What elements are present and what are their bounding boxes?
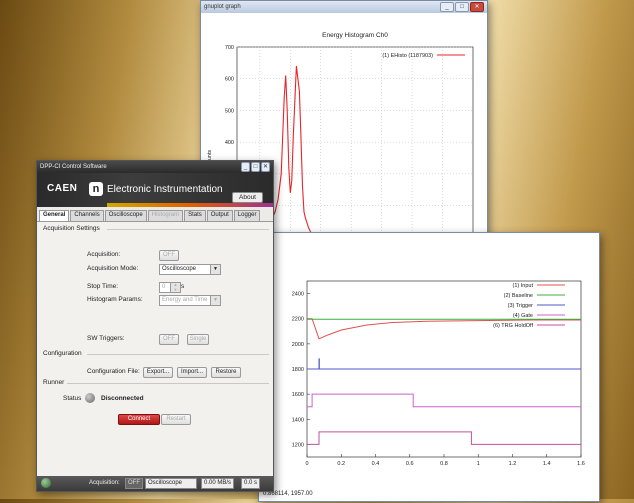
acquisition-mode-value: Oscilloscope [162, 266, 197, 272]
close-icon[interactable]: ✕ [261, 162, 270, 172]
x-tick-label: 0.8 [440, 461, 448, 467]
histogram-window-title: gnuplot graph [204, 4, 241, 10]
x-tick-label: 0.6 [406, 461, 414, 467]
chevron-down-icon: ▼ [210, 296, 220, 305]
y-tick-label: 1800 [292, 367, 304, 373]
acquisition-mode-label: Acquisition Mode: [87, 265, 139, 272]
runner-heading: Runner [43, 379, 65, 386]
y-tick-label: 1200 [292, 442, 304, 448]
statusbar-elapsed-time: 0.0 s [241, 478, 261, 489]
restore-button[interactable]: Restore [211, 367, 241, 378]
sw-triggers-label: SW Triggers: [87, 335, 125, 342]
sw-trigger-single-button[interactable]: Single [187, 334, 209, 345]
histogram-params-select[interactable]: Energy and Time ▼ [159, 295, 221, 306]
y-tick-label: 700 [225, 45, 234, 51]
acquisition-toggle[interactable]: OFF [159, 250, 179, 261]
x-tick-label: 1.6 [577, 461, 585, 467]
stop-time-label: Stop Time: [87, 283, 119, 290]
banner-subtitle: Electronic Instrumentation [107, 184, 223, 195]
histogram-params-label: Histogram Params: [87, 296, 143, 303]
chart-title: Energy Histogram Ch0 [322, 32, 388, 39]
legend-label: (6) TRG HoldOff [493, 323, 533, 329]
y-tick-label: 1400 [292, 417, 304, 423]
spinner-arrows-icon: ▲ ▼ [170, 282, 180, 292]
divider [107, 229, 269, 230]
control-software-window: DPP-CI Control Software _ □ ✕ CAEN n Ele… [36, 160, 274, 492]
import-button[interactable]: Import... [177, 367, 207, 378]
legend-label: (1) Input [513, 283, 534, 289]
status-indicator-icon [85, 393, 95, 403]
divider [87, 354, 269, 355]
tab-logger[interactable]: Logger [233, 210, 261, 221]
tab-output[interactable]: Output [206, 210, 233, 221]
maximize-icon[interactable]: □ [251, 162, 260, 172]
x-tick-label: 1 [477, 461, 480, 467]
configuration-file-label: Configuration File: [87, 368, 140, 375]
statusbar-mode: Oscilloscope [145, 478, 197, 489]
sw-trigger-off-button[interactable]: OFF [159, 334, 179, 345]
histogram-titlebar[interactable]: gnuplot graph _ □ ✕ [201, 1, 487, 13]
minimize-icon[interactable]: _ [241, 162, 250, 172]
banner-stripe [107, 203, 273, 207]
acquisition-settings-heading: Acquisition Settings [43, 225, 100, 232]
oscilloscope-window: 0 0.2 0.4 0.6 0.8 1 1.2 1.4 1.6 1200 1400 1600 1800 2… [258, 232, 600, 502]
tab-channels[interactable]: Channels [70, 210, 104, 221]
x-tick-label: 0 [305, 461, 308, 467]
x-tick-label: 0.4 [372, 461, 380, 467]
minimize-icon[interactable]: _ [440, 2, 454, 12]
legend-label: (3) Trigger [508, 303, 534, 309]
y-tick-label: 600 [225, 77, 234, 83]
acquisition-mode-select[interactable]: Oscilloscope ▼ [159, 264, 221, 275]
acquisition-label: Acquisition: [87, 251, 121, 258]
status-bar: Acquisition: OFF Oscilloscope 0.00 MB/s … [37, 476, 273, 491]
control-window-title: DPP-CI Control Software [40, 164, 107, 170]
statusbar-acquisition-state: OFF [125, 478, 143, 489]
caen-n-icon: n [89, 182, 103, 196]
divider [67, 383, 269, 384]
y-tick-label: 400 [225, 140, 234, 146]
stop-time-unit: s [181, 283, 185, 290]
x-tick-label: 1.2 [509, 461, 517, 467]
y-tick-label: 500 [225, 108, 234, 114]
y-tick-label: 2000 [292, 342, 304, 348]
tab-histogram[interactable]: Histogram [147, 210, 184, 221]
connect-button[interactable]: Connect [118, 414, 160, 425]
statusbar-data-rate: 0.00 MB/s [201, 478, 235, 489]
status-value: Disconnected [101, 395, 144, 402]
x-tick-label: 1.4 [543, 461, 551, 467]
restart-button[interactable]: Restart [161, 414, 191, 425]
close-icon[interactable]: ✕ [470, 2, 484, 12]
stop-time-value: 0 [162, 284, 166, 290]
y-tick-label: 1600 [292, 392, 304, 398]
x-tick-label: 0.2 [337, 461, 345, 467]
caen-logo: CAEN [47, 183, 78, 194]
control-titlebar[interactable]: DPP-CI Control Software _ □ ✕ [37, 161, 273, 173]
check-icon [41, 478, 51, 488]
stop-time-spinner[interactable]: 0 ▲ ▼ [159, 282, 181, 293]
general-pane: Acquisition Settings Acquisition: OFF Ac… [37, 222, 273, 478]
chevron-down-icon: ▼ [210, 265, 220, 274]
legend-label: (2) Baseline [504, 293, 533, 299]
status-label: Status [63, 395, 82, 402]
statusbar-acquisition-label: Acquisition: [89, 480, 120, 486]
configuration-heading: Configuration [43, 350, 82, 357]
tab-oscilloscope[interactable]: Oscilloscope [104, 210, 147, 221]
y-tick-label: 2200 [292, 317, 304, 323]
legend-label: (1) EHisto (1187903) [382, 53, 433, 59]
about-button[interactable]: About [232, 192, 263, 203]
tab-stats[interactable]: Stats [184, 210, 206, 221]
y-tick-label: 2400 [292, 292, 304, 298]
legend-label: (4) Gate [513, 313, 533, 319]
histogram-params-value: Energy and Time [162, 297, 208, 303]
oscilloscope-chart: 0 0.2 0.4 0.6 0.8 1 1.2 1.4 1.6 1200 1400 1600 1800 2… [292, 280, 585, 467]
export-button[interactable]: Export... [143, 367, 173, 378]
maximize-icon[interactable]: □ [455, 2, 469, 12]
caen-banner: CAEN n Electronic Instrumentation About [37, 173, 273, 207]
tab-general[interactable]: General [39, 210, 70, 221]
tab-bar: General Channels Oscilloscope Histogram … [37, 207, 273, 222]
